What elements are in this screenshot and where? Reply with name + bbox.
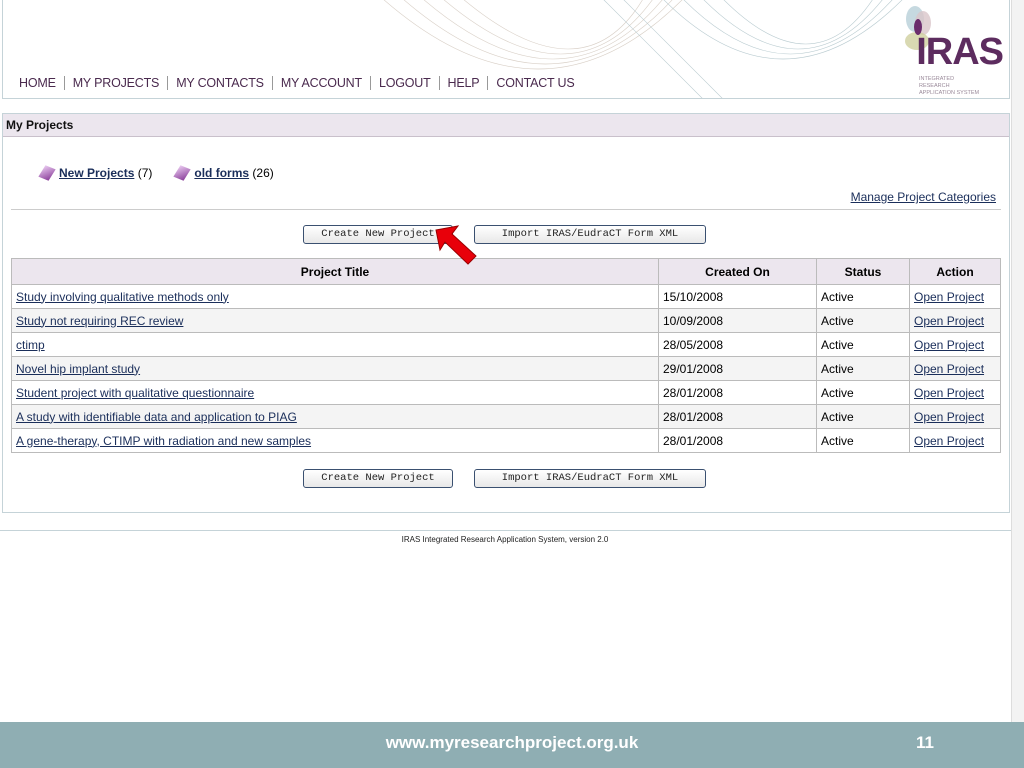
main-nav: HOME MY PROJECTS MY CONTACTS MY ACCOUNT … — [17, 76, 583, 90]
import-xml-button-bottom[interactable]: Import IRAS/EudraCT Form XML — [474, 469, 706, 488]
project-title-link[interactable]: A gene-therapy, CTIMP with radiation and… — [16, 434, 311, 448]
footer-text: IRAS Integrated Research Application Sys… — [401, 535, 609, 544]
nav-contact-us[interactable]: CONTACT US — [488, 76, 582, 90]
manage-categories-link[interactable]: Manage Project Categories — [851, 190, 996, 204]
table-row: Student project with qualitative questio… — [11, 380, 1001, 405]
open-project-link[interactable]: Open Project — [914, 314, 984, 328]
projects-table: Project Title Created On Status Action S… — [11, 258, 1001, 453]
status-cell: Active — [816, 308, 910, 333]
status-cell: Active — [816, 404, 910, 429]
nav-my-contacts[interactable]: MY CONTACTS — [168, 76, 273, 90]
open-project-link[interactable]: Open Project — [914, 434, 984, 448]
table-row: A gene-therapy, CTIMP with radiation and… — [11, 428, 1001, 453]
table-row: Study involving qualitative methods only… — [11, 284, 1001, 309]
category-link[interactable]: New Projects — [59, 166, 134, 180]
action-cell: Open Project — [909, 356, 1001, 381]
table-row: Novel hip implant study 29/01/2008 Activ… — [11, 356, 1001, 381]
category-old-forms: old forms (26) — [173, 165, 274, 181]
project-categories: New Projects (7) old forms (26) — [38, 165, 274, 181]
category-new-projects: New Projects (7) — [38, 165, 153, 181]
action-cell: Open Project — [909, 332, 1001, 357]
open-project-link[interactable]: Open Project — [914, 290, 984, 304]
nav-logout[interactable]: LOGOUT — [371, 76, 440, 90]
status-cell: Active — [816, 356, 910, 381]
created-on-cell: 29/01/2008 — [658, 356, 817, 381]
slide-page-number: 11 — [916, 733, 934, 752]
action-cell: Open Project — [909, 284, 1001, 309]
open-project-link[interactable]: Open Project — [914, 338, 984, 352]
category-count: (7) — [137, 166, 153, 180]
project-title-link[interactable]: Study not requiring REC review — [16, 314, 183, 328]
status-cell: Active — [816, 284, 910, 309]
category-icon — [173, 165, 192, 181]
scrollbar[interactable] — [1011, 0, 1024, 722]
create-new-project-button-bottom[interactable]: Create New Project — [303, 469, 453, 488]
status-cell: Active — [816, 332, 910, 357]
slide-url: www.myresearchproject.org.uk — [385, 733, 639, 752]
my-projects-panel: My Projects New Projects (7) old forms (… — [2, 113, 1010, 513]
project-title-link[interactable]: Novel hip implant study — [16, 362, 140, 376]
project-title-link[interactable]: A study with identifiable data and appli… — [16, 410, 297, 424]
panel-title: My Projects — [3, 114, 1009, 137]
project-title-link[interactable]: ctimp — [16, 338, 45, 352]
created-on-cell: 28/01/2008 — [658, 380, 817, 405]
category-link[interactable]: old forms — [194, 166, 249, 180]
nav-help[interactable]: HELP — [440, 76, 489, 90]
nav-home[interactable]: HOME — [17, 76, 65, 90]
open-project-link[interactable]: Open Project — [914, 410, 984, 424]
slide-footer: www.myresearchproject.org.uk 11 — [0, 722, 1024, 768]
project-title-link[interactable]: Student project with qualitative questio… — [16, 386, 254, 400]
col-action: Action — [909, 258, 1001, 285]
category-count: (26) — [252, 166, 274, 180]
project-title-cell: Study involving qualitative methods only — [11, 284, 659, 309]
project-title-cell: A gene-therapy, CTIMP with radiation and… — [11, 428, 659, 453]
project-title-cell: A study with identifiable data and appli… — [11, 404, 659, 429]
open-project-link[interactable]: Open Project — [914, 386, 984, 400]
created-on-cell: 15/10/2008 — [658, 284, 817, 309]
open-project-link[interactable]: Open Project — [914, 362, 984, 376]
status-cell: Active — [816, 428, 910, 453]
logo-subtitle: INTEGRATED RESEARCH APPLICATION SYSTEM — [919, 76, 980, 96]
category-icon — [38, 165, 56, 181]
table-row: Study not requiring REC review 10/09/200… — [11, 308, 1001, 333]
col-created-on: Created On — [658, 258, 817, 285]
project-title-cell: Novel hip implant study — [11, 356, 659, 381]
action-cell: Open Project — [909, 404, 1001, 429]
project-title-cell: ctimp — [11, 332, 659, 357]
footer-divider — [0, 530, 1012, 531]
divider — [11, 209, 1001, 210]
table-row: ctimp 28/05/2008 Active Open Project — [11, 332, 1001, 357]
created-on-cell: 28/01/2008 — [658, 428, 817, 453]
project-title-link[interactable]: Study involving qualitative methods only — [16, 290, 229, 304]
action-cell: Open Project — [909, 428, 1001, 453]
status-cell: Active — [816, 380, 910, 405]
nav-my-projects[interactable]: MY PROJECTS — [65, 76, 169, 90]
project-title-cell: Student project with qualitative questio… — [11, 380, 659, 405]
project-title-cell: Study not requiring REC review — [11, 308, 659, 333]
table-row: A study with identifiable data and appli… — [11, 404, 1001, 429]
red-pointer-arrow-icon — [435, 225, 477, 265]
created-on-cell: 28/05/2008 — [658, 332, 817, 357]
nav-my-account[interactable]: MY ACCOUNT — [273, 76, 371, 90]
col-project-title: Project Title — [11, 258, 659, 285]
action-cell: Open Project — [909, 380, 1001, 405]
col-status: Status — [816, 258, 910, 285]
logo-text: IRAS — [916, 31, 1004, 73]
created-on-cell: 10/09/2008 — [658, 308, 817, 333]
action-cell: Open Project — [909, 308, 1001, 333]
iras-logo: IRAS INTEGRATED RESEARCH APPLICATION SYS… — [893, 1, 1004, 97]
import-xml-button[interactable]: Import IRAS/EudraCT Form XML — [474, 225, 706, 244]
created-on-cell: 28/01/2008 — [658, 404, 817, 429]
site-header: HOME MY PROJECTS MY CONTACTS MY ACCOUNT … — [2, 0, 1010, 99]
